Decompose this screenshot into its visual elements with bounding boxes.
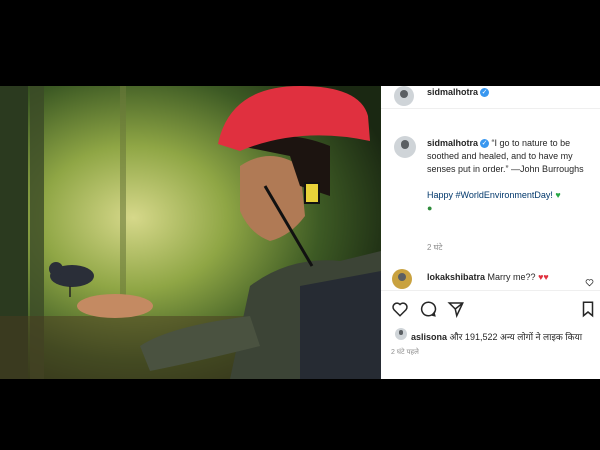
verified-badge-icon: ✓ — [480, 139, 490, 149]
likes-avatar[interactable] — [395, 328, 407, 340]
photo-illustration — [0, 86, 381, 379]
comment-username[interactable]: lokakshibatra — [427, 272, 485, 282]
caption-time: 2 घंटे — [427, 243, 443, 252]
post-time: 2 घंटे पहले — [391, 349, 419, 356]
green-heart-emoji: ♥ — [555, 190, 561, 200]
instagram-post: sidmalhotra ✓ sidmalhotra ✓ “I go to natur… — [0, 86, 600, 379]
comment-text: Marry me?? — [487, 272, 536, 282]
action-bar — [381, 290, 600, 327]
comment-avatar[interactable] — [392, 269, 412, 289]
comment-like-icon[interactable] — [585, 278, 594, 287]
caption: sidmalhotra ✓ “I go to nature to be sooth… — [427, 137, 595, 215]
avatar[interactable] — [394, 86, 414, 106]
caption-username[interactable]: sidmalhotra — [427, 138, 478, 148]
post-photo[interactable] — [0, 86, 381, 379]
comment: lokakshibatra Marry me?? ♥♥ — [427, 272, 549, 282]
post-side-panel: sidmalhotra ✓ sidmalhotra ✓ “I go to natur… — [381, 86, 600, 379]
likes-username[interactable]: aslisona — [411, 332, 447, 342]
verified-badge-icon: ✓ — [480, 88, 490, 98]
share-icon[interactable] — [447, 300, 465, 318]
header-username-text[interactable]: sidmalhotra — [427, 87, 478, 97]
likes-line[interactable]: aslisona और 191,522 अन्य लोगों ने लाइक क… — [411, 330, 582, 343]
save-icon[interactable] — [579, 300, 597, 318]
comment-icon[interactable] — [419, 300, 437, 318]
heart-icon[interactable] — [391, 300, 409, 318]
red-heart-emoji: ♥♥ — [538, 272, 549, 282]
tree-emoji: ● — [427, 203, 433, 213]
caption-avatar[interactable] — [394, 136, 416, 158]
header-username[interactable]: sidmalhotra ✓ — [427, 87, 490, 98]
likes-text: और 191,522 अन्य लोगों ने लाइक किया — [449, 332, 583, 342]
caption-hashtag-line[interactable]: Happy #WorldEnvironmentDay! — [427, 190, 553, 200]
post-header: sidmalhotra ✓ — [381, 86, 600, 109]
